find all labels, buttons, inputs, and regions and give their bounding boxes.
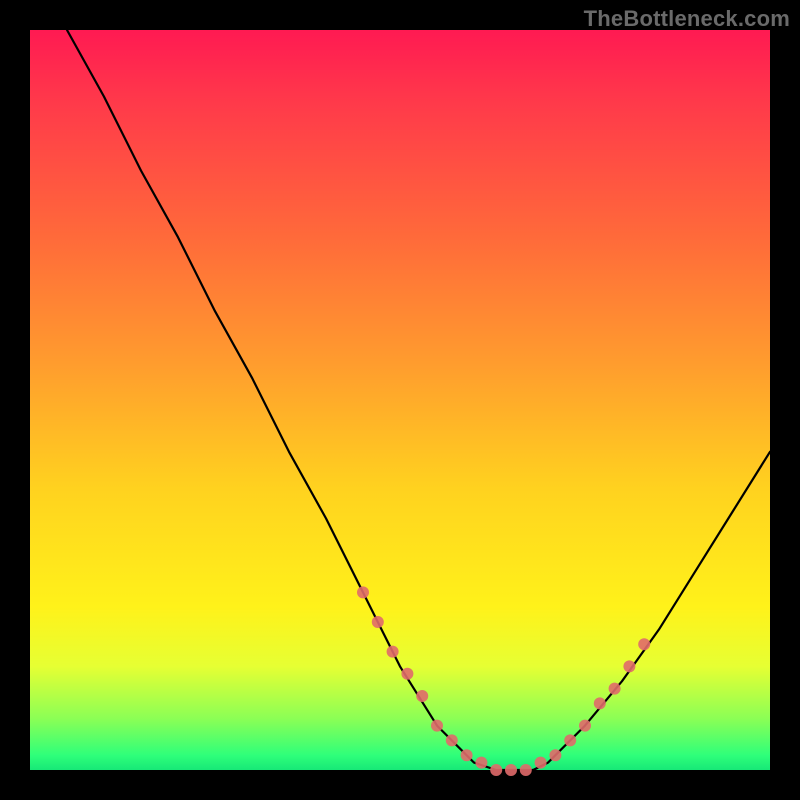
- highlight-dot: [372, 616, 384, 628]
- highlight-dot: [446, 734, 458, 746]
- highlight-dot: [638, 638, 650, 650]
- highlight-dot: [461, 749, 473, 761]
- highlight-dot: [609, 683, 621, 695]
- highlight-dot: [401, 668, 413, 680]
- highlight-dot: [475, 757, 487, 769]
- highlight-dot: [520, 764, 532, 776]
- highlight-dots: [357, 586, 650, 776]
- highlight-dot: [490, 764, 502, 776]
- highlight-dot: [431, 720, 443, 732]
- chart-frame: TheBottleneck.com: [0, 0, 800, 800]
- bottleneck-curve: [67, 30, 770, 770]
- highlight-dot: [535, 757, 547, 769]
- curve-svg: [30, 30, 770, 770]
- highlight-dot: [387, 646, 399, 658]
- highlight-dot: [594, 697, 606, 709]
- highlight-dot: [549, 749, 561, 761]
- highlight-dot: [416, 690, 428, 702]
- plot-area: [30, 30, 770, 770]
- highlight-dot: [357, 586, 369, 598]
- highlight-dot: [564, 734, 576, 746]
- highlight-dot: [505, 764, 517, 776]
- highlight-dot: [579, 720, 591, 732]
- watermark-text: TheBottleneck.com: [584, 6, 790, 32]
- highlight-dot: [623, 660, 635, 672]
